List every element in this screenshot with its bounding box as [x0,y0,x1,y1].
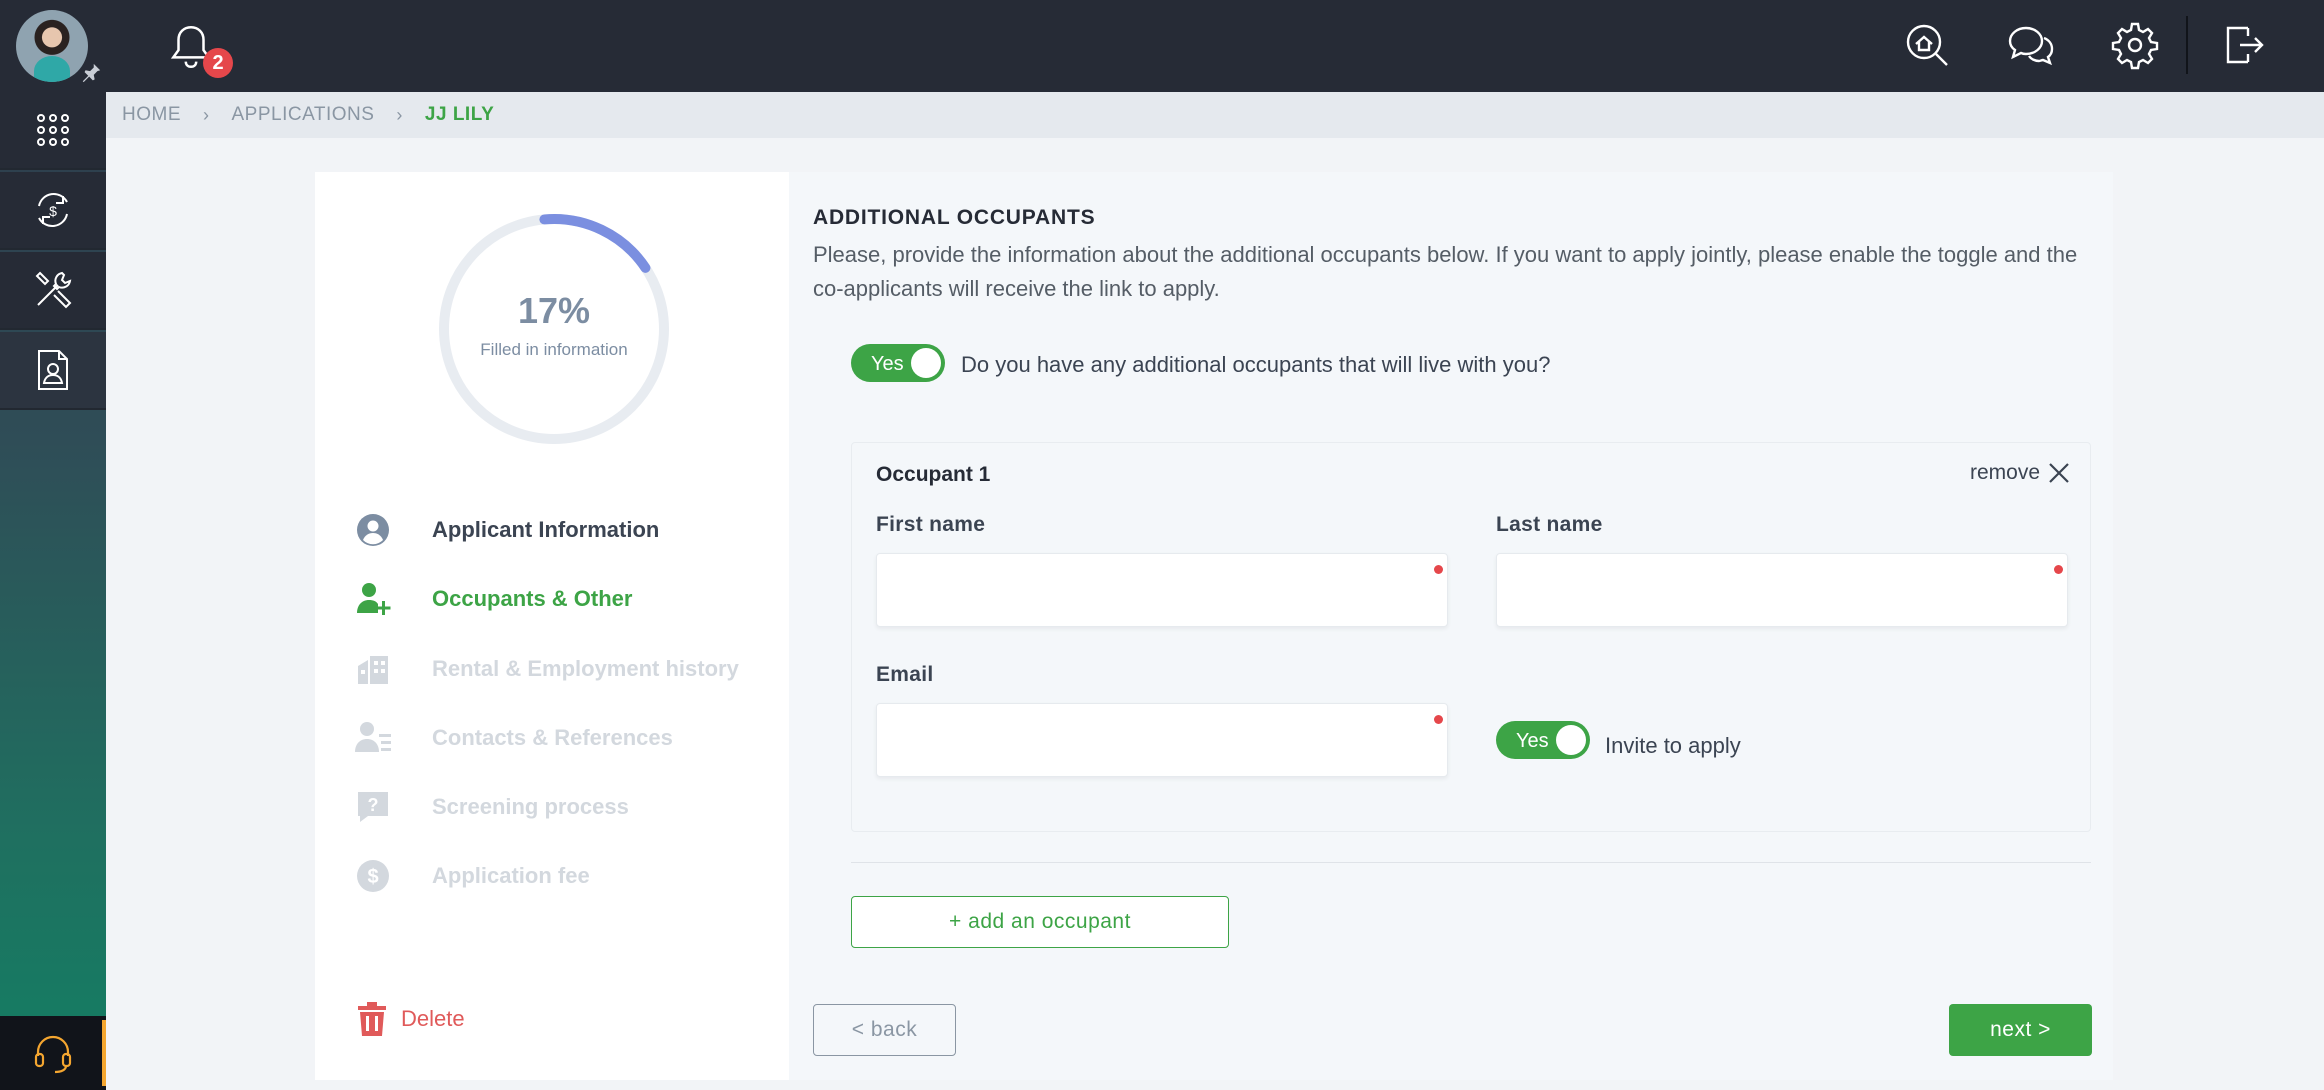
divider [851,862,2091,863]
contact-list-icon [355,720,391,756]
svg-text:$: $ [49,203,57,219]
step-screening-process[interactable]: ? Screening process [355,787,775,827]
section-description: Please, provide the information about th… [813,242,2078,301]
breadcrumb-applications[interactable]: APPLICATIONS [232,104,375,126]
section-title: ADDITIONAL OCCUPANTS [813,206,1096,229]
headset-icon [34,1035,72,1074]
occupants-form-panel: ADDITIONAL OCCUPANTS Please, provide the… [789,172,2113,1080]
back-button[interactable]: < back [813,1004,956,1056]
additional-occupants-toggle[interactable]: Yes [851,344,945,382]
close-icon [2049,463,2069,483]
support-button[interactable] [0,1016,106,1090]
chevron-right-icon: › [203,104,210,125]
document-user-icon [38,350,68,390]
toggle-knob [911,348,941,378]
apps-grid-icon [37,114,69,146]
step-label: Rental & Employment history [432,656,739,681]
invite-to-apply-text: Invite to apply [1605,733,1741,758]
dollar-circle-icon: $ [355,858,391,894]
step-label: Occupants & Other [432,586,633,611]
required-indicator [1434,715,1443,724]
step-rental-employment[interactable]: Rental & Employment history [355,649,775,689]
sidebar-item-maintenance[interactable] [0,252,106,330]
step-applicant-information[interactable]: Applicant Information [355,510,775,550]
user-circle-icon [355,512,391,548]
toggle-label: Yes [1516,730,1549,752]
application-steps-panel: 17% Filled in information Applicant Info… [315,172,789,1080]
remove-label: remove [1969,461,2040,484]
step-label: Screening process [432,794,629,819]
breadcrumb-home[interactable]: HOME [122,104,181,126]
step-contacts-references[interactable]: Contacts & References [355,718,775,758]
toggle-label: Yes [871,353,904,375]
required-indicator [1434,565,1443,574]
step-application-fee[interactable]: $ Application fee [355,856,775,896]
chat-icon[interactable] [2006,20,2056,70]
occupant-title: Occupant 1 [876,463,991,486]
home-search-icon[interactable] [1902,20,1952,70]
last-name-label: Last name [1496,513,1603,536]
money-cycle-icon: $ [38,192,68,228]
occupant-card: Occupant 1 remove First name Last name E… [851,442,2091,832]
sidebar: $ [0,92,106,1090]
notification-badge: 2 [203,48,233,78]
building-icon [355,651,391,687]
question-bubble-icon: ? [355,789,391,825]
svg-text:$: $ [367,866,378,888]
invite-to-apply-toggle[interactable]: Yes [1496,721,1590,759]
top-bar: 2 [0,0,2324,92]
user-avatar[interactable] [16,10,88,82]
remove-occupant-button[interactable]: remove [1970,461,2070,485]
svg-text:?: ? [368,795,379,815]
additional-occupants-question: Do you have any additional occupants tha… [961,352,1551,377]
email-input[interactable] [876,703,1448,777]
progress-percent: 17% [517,290,591,331]
sidebar-item-applications[interactable] [0,332,106,410]
breadcrumb: HOME › APPLICATIONS › JJ LILY [106,92,2324,138]
chevron-right-icon: › [396,104,403,125]
step-label: Contacts & References [432,725,673,750]
step-label: Applicant Information [432,517,660,542]
progress-caption: Filled in information [480,340,628,359]
tools-icon [35,271,72,309]
delete-application-button[interactable]: Delete [357,1002,465,1036]
gear-icon[interactable] [2110,20,2160,70]
support-accent-bar [102,1020,106,1086]
step-label: Application fee [432,863,590,888]
email-label: Email [876,663,934,686]
first-name-input[interactable] [876,553,1448,627]
topbar-separator [2186,16,2188,74]
avatar-figure [34,56,70,82]
logout-icon[interactable] [2218,20,2268,70]
add-occupant-button[interactable]: + add an occupant [851,896,1229,948]
required-indicator [2054,565,2063,574]
last-name-input[interactable] [1496,553,2068,627]
step-occupants-other[interactable]: Occupants & Other [355,579,775,619]
sidebar-item-payments[interactable]: $ [0,172,106,250]
toggle-knob [1556,725,1586,755]
sidebar-item-apps[interactable] [0,92,106,170]
user-plus-icon [355,581,391,617]
breadcrumb-current: JJ LILY [424,104,495,125]
trash-icon [358,1002,386,1036]
next-button[interactable]: next > [1949,1004,2092,1056]
delete-label: Delete [401,1006,465,1031]
first-name-label: First name [876,513,986,536]
pin-icon[interactable] [80,62,102,84]
